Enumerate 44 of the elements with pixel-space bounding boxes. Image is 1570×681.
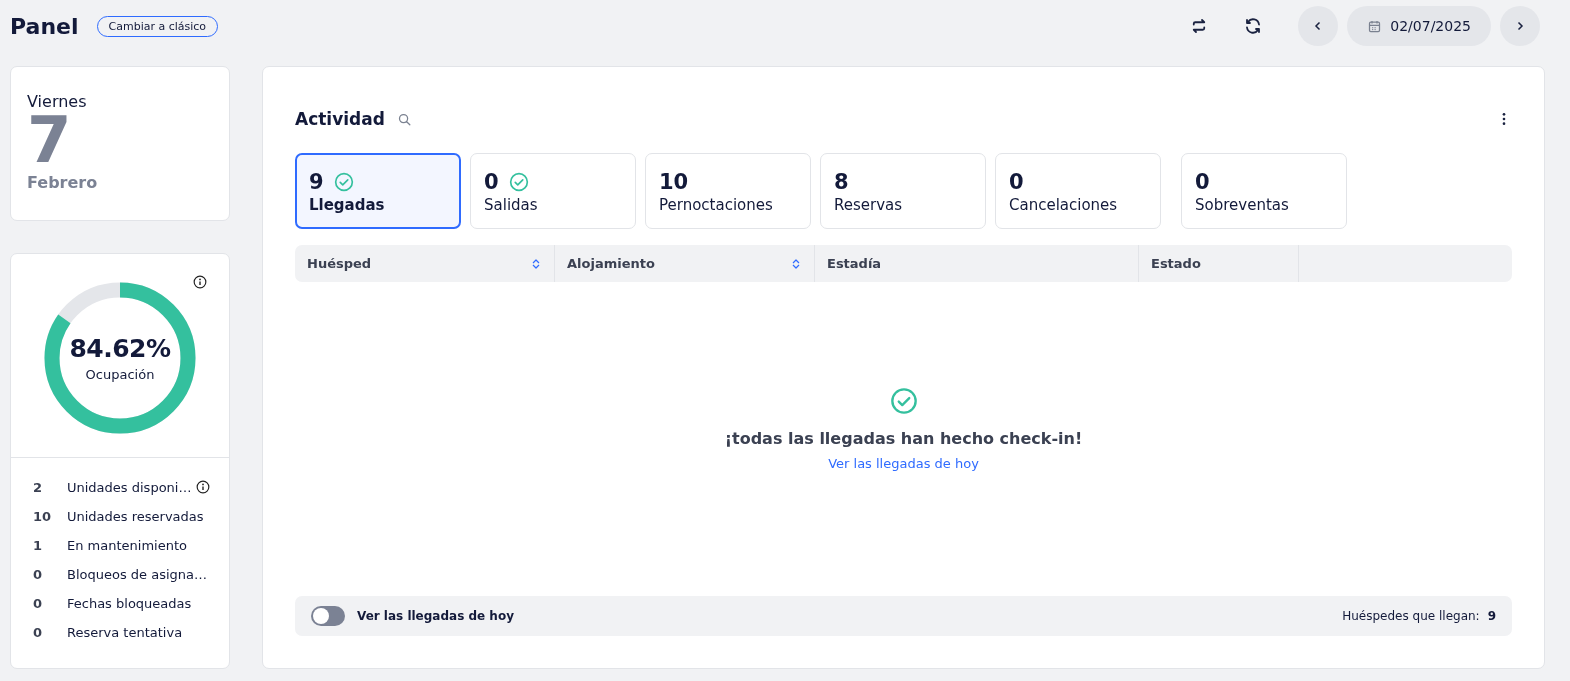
search-icon[interactable] bbox=[396, 111, 412, 127]
page-title: Panel bbox=[10, 13, 79, 39]
column-header[interactable]: Estadía bbox=[815, 245, 1139, 282]
today-arrivals-link[interactable]: Ver las llegadas de hoy bbox=[828, 456, 979, 471]
stat-count: 0 bbox=[33, 566, 44, 582]
stat-label: En mantenimiento bbox=[67, 537, 187, 553]
stat-label: Reserva tentativa bbox=[67, 624, 183, 640]
occupancy-percent: 84.62% bbox=[69, 334, 171, 363]
stat-label: Unidades disponi… bbox=[67, 479, 192, 495]
calendar-icon bbox=[1367, 18, 1383, 34]
info-icon[interactable] bbox=[193, 275, 207, 289]
column-header[interactable]: Alojamiento bbox=[555, 245, 815, 282]
arrivals-count: 9 bbox=[1487, 609, 1496, 623]
stat-label: Fechas bloqueadas bbox=[67, 595, 192, 611]
check-circle-icon bbox=[889, 387, 918, 415]
stat-label: Unidades reservadas bbox=[67, 508, 204, 524]
refresh-icon[interactable] bbox=[1244, 17, 1263, 35]
sort-icon[interactable] bbox=[530, 257, 542, 270]
empty-message: ¡todas las llegadas han hecho check-in! bbox=[724, 429, 1083, 448]
day-number: 7 bbox=[27, 111, 72, 169]
activity-tab[interactable]: 0 Sobreventas bbox=[1181, 153, 1347, 229]
column-header[interactable]: Huésped bbox=[295, 245, 555, 282]
activity-tab[interactable]: 10 Pernoctaciones bbox=[645, 153, 811, 229]
weekday-label: Viernes bbox=[27, 92, 88, 111]
activity-title: Actividad bbox=[295, 109, 385, 129]
stat-count: 2 bbox=[33, 479, 44, 495]
column-header[interactable]: Estado bbox=[1139, 245, 1299, 282]
occupancy-label: Ocupación bbox=[85, 367, 155, 382]
toggle-switch[interactable] bbox=[311, 606, 345, 626]
activity-tab[interactable]: 0 Cancelaciones bbox=[995, 153, 1161, 229]
stat-count: 1 bbox=[33, 537, 44, 553]
stat-label: Bloqueos de asigna… bbox=[67, 566, 208, 582]
sort-icon[interactable] bbox=[790, 257, 802, 270]
arrivals-count-label: Huéspedes que llegan: bbox=[1342, 609, 1480, 623]
stat-count: 0 bbox=[33, 595, 44, 611]
date-picker-button[interactable]: 02/07/2025 bbox=[1347, 6, 1491, 46]
activity-tab[interactable]: 8 Reservas bbox=[820, 153, 986, 229]
toggle-label: Ver las llegadas de hoy bbox=[357, 609, 514, 623]
stat-count: 10 bbox=[33, 508, 53, 524]
month-label: Febrero bbox=[27, 173, 99, 192]
activity-tab[interactable]: 0 Salidas bbox=[470, 153, 636, 229]
activity-tab[interactable]: 9 Llegadas bbox=[295, 153, 461, 229]
info-icon[interactable] bbox=[196, 480, 211, 494]
stat-count: 0 bbox=[33, 624, 44, 640]
